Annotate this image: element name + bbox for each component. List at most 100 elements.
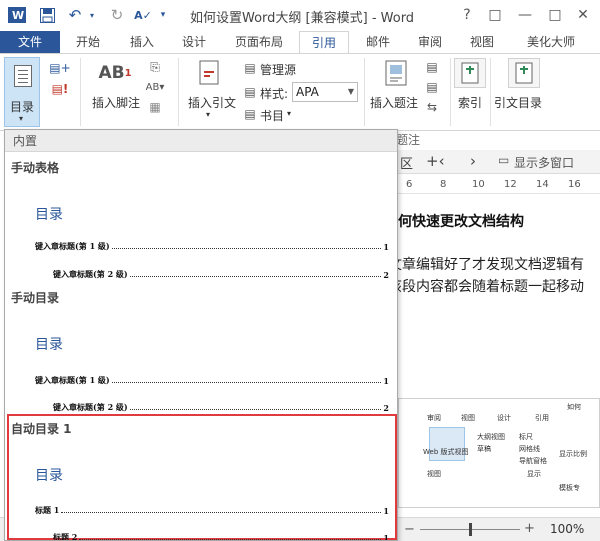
- tab-mailings[interactable]: 邮件: [356, 31, 400, 53]
- window-title: 如何设置Word大纲 [兼容模式] - Word: [190, 11, 415, 26]
- insert-caption-button[interactable]: 插入题注: [370, 94, 418, 111]
- restore-button[interactable]: □: [544, 5, 566, 25]
- chevron-down-icon: ▼: [347, 87, 354, 96]
- tab-references[interactable]: 引用: [299, 31, 349, 54]
- embed-tab: 如何: [567, 403, 581, 411]
- nav-area-text: 区: [400, 157, 414, 172]
- customize-qat-icon[interactable]: ▾: [156, 5, 170, 25]
- horizontal-ruler: 6 8 10 12 14 16: [396, 176, 600, 194]
- ruler-tick: 12: [504, 179, 517, 190]
- collapse-icon[interactable]: +‹: [426, 152, 445, 170]
- toc-preview-line: 键入章标题(第 1 级) 1: [35, 375, 389, 386]
- caption-icon: [382, 58, 410, 88]
- zoom-slider-handle[interactable]: [469, 523, 472, 536]
- update-toc-icon[interactable]: ▤!: [48, 80, 72, 98]
- tab-design[interactable]: 设计: [172, 31, 216, 53]
- tab-file[interactable]: 文件: [0, 31, 60, 53]
- toc-preview-line: 键入章标题(第 2 级) 2: [53, 402, 389, 413]
- bibliography-button[interactable]: 书目: [260, 107, 284, 124]
- style-icon: ▤: [244, 85, 256, 99]
- update-table-icon[interactable]: ▤: [422, 78, 442, 96]
- ruler-tick: 6: [406, 179, 413, 190]
- tab-home[interactable]: 开始: [66, 31, 110, 53]
- embed-label: 标尺: [519, 433, 533, 441]
- tab-view[interactable]: 视图: [460, 31, 504, 53]
- insert-table-of-figures-icon[interactable]: ▤: [422, 58, 442, 76]
- ribbon-display-button[interactable]: □: [484, 5, 506, 25]
- embed-label: 草稿: [477, 445, 491, 453]
- minimize-button[interactable]: —: [514, 5, 536, 25]
- style-label: 样式:: [260, 87, 289, 101]
- footnote-icon: AB 1: [98, 63, 132, 83]
- ribbon-tabs: 文件 开始 插入 设计 页面布局 引用 邮件 审阅 视图 美化大师: [0, 31, 600, 54]
- undo-icon[interactable]: ↶: [64, 5, 86, 25]
- toc-gallery-dropdown: 内置 手动表格 目录 键入章标题(第 1 级) 1 键入章标题(第 2 级) 2 手…: [4, 129, 398, 541]
- endnote-icon[interactable]: ⎘: [144, 58, 166, 76]
- embed-label: 网格线: [519, 445, 540, 453]
- word-logo-icon: W: [6, 5, 28, 25]
- bibliography-icon: ▤: [244, 107, 256, 121]
- toc-preview-line: 标题 11: [35, 505, 389, 516]
- zoom-in-icon[interactable]: +: [524, 521, 535, 536]
- bibliography-dropdown-icon: ▾: [287, 109, 292, 118]
- ruler-tick: 8: [440, 179, 447, 190]
- mark-entry-icon[interactable]: [454, 58, 486, 88]
- tab-page-layout[interactable]: 页面布局: [226, 31, 292, 53]
- gallery-item-title[interactable]: 手动表格: [11, 159, 59, 176]
- undo-dropdown-icon[interactable]: ▾: [86, 5, 98, 25]
- citation-icon: [196, 58, 224, 88]
- ruler-tick: 10: [472, 179, 485, 190]
- toc-icon: [13, 64, 33, 88]
- zoom-out-icon[interactable]: −: [404, 522, 415, 537]
- tab-review[interactable]: 审阅: [408, 31, 452, 53]
- toa-label: 引文目录: [494, 96, 543, 110]
- embed-label: 显示比例: [559, 450, 587, 458]
- embedded-screenshot: 审阅 视图 设计 引用 如何 Web 版式视图 大纲视图 草稿 标尺 网格线 导…: [398, 398, 600, 508]
- help-button[interactable]: ?: [456, 5, 478, 25]
- embed-label: Web 版式视图: [423, 448, 469, 456]
- cross-reference-icon[interactable]: ⇆: [422, 98, 442, 116]
- embed-label: 大纲视图: [477, 433, 505, 441]
- gallery-item-title[interactable]: 自动目录 1: [11, 420, 72, 437]
- mark-citation-icon[interactable]: [508, 58, 540, 88]
- document-paragraph-line: 文章编辑好了才发现文档逻辑有: [388, 257, 584, 273]
- toc-button[interactable]: 目录 ▾: [4, 57, 40, 127]
- divider: [364, 58, 365, 126]
- ribbon: 目录 ▾ ▤+ ▤! AB 1 插入脚注 ⎘ AB▾ ▦ 插入引文 ▾ ▤ 管理源…: [0, 53, 600, 131]
- spelling-icon[interactable]: A✓: [132, 5, 154, 25]
- toc-preview-line: 标题 21: [53, 532, 389, 541]
- embed-tab: 审阅: [427, 414, 441, 422]
- chevron-right-icon[interactable]: ›: [470, 152, 476, 170]
- divider: [450, 58, 451, 126]
- next-footnote-icon[interactable]: AB▾: [144, 78, 166, 96]
- redo-icon[interactable]: ↻: [106, 5, 128, 25]
- tab-beautify[interactable]: 美化大师: [516, 31, 586, 53]
- insert-footnote-button[interactable]: 插入脚注: [92, 94, 140, 111]
- divider: [490, 58, 491, 126]
- embed-label: 导航窗格: [519, 457, 547, 465]
- show-notes-icon[interactable]: ▦: [144, 98, 166, 116]
- save-icon[interactable]: [36, 5, 58, 25]
- toc-dropdown-icon: ▾: [19, 114, 24, 123]
- style-select[interactable]: APA ▼: [292, 82, 358, 102]
- add-text-icon[interactable]: ▤+: [48, 59, 72, 77]
- index-label: 索引: [458, 96, 483, 110]
- ruler-tick: 14: [536, 179, 549, 190]
- toc-preview-line: 键入章标题(第 1 级) 1: [35, 241, 389, 252]
- close-button[interactable]: ✕: [572, 5, 594, 25]
- embed-label: 显示: [527, 470, 541, 478]
- multi-window-button[interactable]: 显示多窗口: [514, 154, 574, 171]
- document-heading: 何快速更改文档结构: [398, 214, 524, 230]
- insert-citation-button[interactable]: 插入引文: [188, 94, 236, 111]
- manage-sources-button[interactable]: 管理源: [260, 61, 296, 78]
- embed-tab: 视图: [461, 414, 475, 422]
- zoom-level[interactable]: 100%: [550, 522, 584, 536]
- navigation-bar: 区 +‹ › ▭ 显示多窗口: [396, 150, 600, 174]
- manage-sources-icon: ▤: [244, 61, 256, 75]
- gallery-item-title[interactable]: 手动目录: [11, 289, 59, 306]
- toc-preview-heading: 目录: [35, 468, 63, 484]
- multi-window-icon: ▭: [498, 153, 510, 167]
- toc-preview-heading: 目录: [35, 207, 63, 223]
- tab-insert[interactable]: 插入: [120, 31, 164, 53]
- title-bar: W ↶ ▾ ↻ A✓ ▾ 如何设置Word大纲 [兼容模式] - Word ? …: [0, 0, 600, 31]
